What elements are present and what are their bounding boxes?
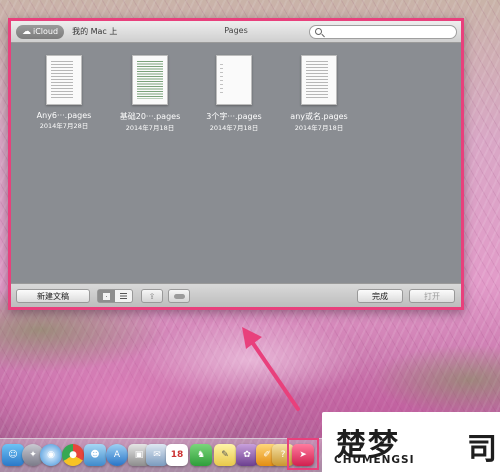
grid-view-button[interactable] <box>98 290 115 302</box>
new-document-button[interactable]: 新建文稿 <box>16 289 90 303</box>
document-date: 2014年7月18日 <box>294 124 344 132</box>
document-item[interactable]: 基础20···.pages 2014年7月18日 <box>110 55 190 132</box>
calendar-icon[interactable]: 18 <box>166 444 188 466</box>
finder2-icon[interactable]: ☻ <box>84 444 106 466</box>
annotation-arrow <box>242 327 300 411</box>
document-item[interactable]: 3个字···.pages 2014年7月18日 <box>194 55 274 132</box>
evernote-icon[interactable]: ♞ <box>190 444 212 466</box>
tags-button[interactable] <box>168 289 190 303</box>
document-date: 2014年7月18日 <box>125 124 175 132</box>
watermark-logo: 楚梦 CHUMENGSI 司 <box>322 412 500 472</box>
mail-icon[interactable]: ✉ <box>146 444 168 466</box>
pages-document-window: ☁ iCloud 我的 Mac 上 Pages Any6···.pages 20… <box>8 18 464 310</box>
document-thumbnail <box>216 55 252 105</box>
document-date: 2014年7月28日 <box>39 122 89 130</box>
tag-icon <box>173 293 185 299</box>
cloud-icon: ☁ <box>22 26 31 37</box>
highlighted-app-icon[interactable]: ➤ <box>292 444 314 466</box>
share-icon: ⇪ <box>148 291 156 301</box>
watermark-latin: CHUMENGSI <box>334 454 415 466</box>
finder-icon[interactable]: ☺ <box>2 444 24 466</box>
document-name: any或名.pages <box>290 112 348 121</box>
list-icon <box>120 293 127 299</box>
document-thumbnail <box>132 55 168 105</box>
document-name: 3个字···.pages <box>206 112 262 121</box>
bottom-toolbar: 新建文稿 ⇪ 完成 打开 <box>11 283 461 307</box>
document-name: 基础20···.pages <box>119 112 181 121</box>
title-bar: ☁ iCloud 我的 Mac 上 Pages <box>11 21 461 43</box>
open-button[interactable]: 打开 <box>409 289 455 303</box>
watermark-char: 司 <box>467 432 497 467</box>
calendar-day: 18 <box>170 450 184 460</box>
on-my-mac-tab[interactable]: 我的 Mac 上 <box>72 26 117 37</box>
document-date: 2014年7月18日 <box>209 124 259 132</box>
photos-icon[interactable]: ✿ <box>236 444 258 466</box>
safari-icon[interactable]: ◉ <box>40 444 62 466</box>
document-item[interactable]: Any6···.pages 2014年7月28日 <box>24 55 104 130</box>
icloud-tab[interactable]: ☁ iCloud <box>16 24 65 39</box>
document-name: Any6···.pages <box>36 111 92 120</box>
done-button[interactable]: 完成 <box>357 289 403 303</box>
chrome-icon[interactable]: ● <box>62 444 84 466</box>
list-view-button[interactable] <box>115 290 132 302</box>
icloud-label: iCloud <box>33 27 59 36</box>
search-icon <box>315 28 322 35</box>
document-item[interactable]: any或名.pages 2014年7月18日 <box>279 55 359 132</box>
app-store-icon[interactable]: A <box>106 444 128 466</box>
share-button[interactable]: ⇪ <box>141 289 163 303</box>
grid-icon <box>103 292 110 300</box>
document-grid: Any6···.pages 2014年7月28日 基础20···.pages 2… <box>11 43 461 283</box>
search-field[interactable] <box>309 25 457 39</box>
document-thumbnail <box>301 55 337 105</box>
stickies-icon[interactable]: ✎ <box>214 444 236 466</box>
view-toggle <box>97 289 133 303</box>
document-thumbnail <box>46 55 82 105</box>
